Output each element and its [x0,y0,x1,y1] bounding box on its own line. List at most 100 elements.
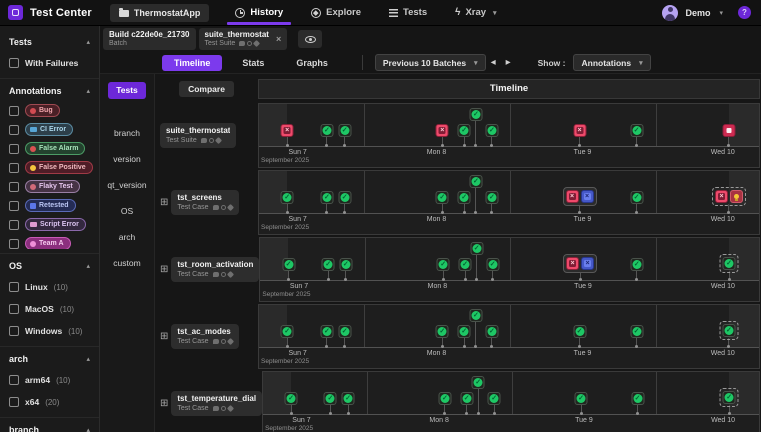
marker-group[interactable]: ×× [563,187,597,206]
marker-retested[interactable]: × [581,190,594,203]
marker-pass[interactable]: ✓ [472,376,485,389]
project-selector-button[interactable]: ThermostatApp [110,4,210,22]
dimension-item-custom[interactable]: custom [100,250,154,276]
checkbox[interactable] [9,163,19,173]
tab-graphs[interactable]: Graphs [284,55,340,71]
marker-pass[interactable]: ✓ [573,325,586,338]
test-label-card[interactable]: tst_screensTest Case [171,190,238,215]
marker-pass[interactable]: ✓ [723,257,736,270]
checkbox[interactable] [9,125,19,135]
marker-pass[interactable]: ✓ [338,124,351,137]
section-header-annotations[interactable]: Annotations▴ [0,79,99,101]
marker-retested[interactable]: × [581,257,594,270]
user-avatar[interactable] [662,5,678,21]
checkbox[interactable] [9,144,19,154]
marker-pass[interactable]: ✓ [324,392,337,405]
marker-pass[interactable]: ✓ [575,392,588,405]
tab-timeline[interactable]: Timeline [162,55,222,71]
nav-xray[interactable]: ϟXray▾ [453,0,498,25]
nav-tests[interactable]: Tests [387,0,429,25]
next-batch-button[interactable]: ▸ [501,57,516,68]
marker-fail[interactable]: × [436,124,449,137]
marker-pass[interactable]: ✓ [469,108,482,121]
filter-item-false-positive[interactable]: False Positive [0,158,99,177]
marker-pass[interactable]: ✓ [282,258,295,271]
show-dropdown[interactable]: Annotations ▾ [573,54,650,71]
filter-item-x64[interactable]: x64(20) [0,391,99,413]
help-button[interactable]: ? [738,6,751,19]
checkbox[interactable] [9,220,19,230]
marker-group[interactable]: × [712,187,746,206]
marker-pass[interactable]: ✓ [630,124,643,137]
dimension-item-version[interactable]: version [100,146,154,172]
marker-pass[interactable]: ✓ [338,325,351,338]
test-label-card[interactable]: suite_thermostatTest Suite [160,123,236,148]
filter-item-team-a[interactable]: Team A [0,234,99,249]
marker-pass[interactable]: ✓ [322,258,335,271]
checkbox[interactable] [9,201,19,211]
marker-group[interactable]: ×× [563,254,597,273]
checkbox[interactable] [9,182,19,192]
tab-stats[interactable]: Stats [230,55,276,71]
expand-icon[interactable]: ⊞ [160,332,168,342]
expand-icon[interactable]: ⊞ [160,198,168,208]
marker-pass[interactable]: ✓ [436,325,449,338]
compare-button[interactable]: Compare [179,81,234,97]
marker-fail[interactable]: × [281,124,294,137]
expand-icon[interactable]: ⊞ [160,399,168,409]
marker-pass[interactable]: ✓ [485,124,498,137]
checkbox[interactable] [9,58,19,68]
prev-batch-button[interactable]: ◂ [486,57,501,68]
marker-pass[interactable]: ✓ [285,392,298,405]
dimension-item-os[interactable]: OS [100,198,154,224]
filter-item-macos[interactable]: MacOS(10) [0,298,99,320]
dimension-item-qt-version[interactable]: qt_version [100,172,154,198]
dimension-tests-button[interactable]: Tests [108,82,146,99]
section-header-tests[interactable]: Tests▴ [0,30,99,52]
marker-pass[interactable]: ✓ [459,258,472,271]
marker-fail[interactable]: × [566,257,579,270]
marker-pass[interactable]: ✓ [469,309,482,322]
marker-pass[interactable]: ✓ [722,324,735,337]
nav-history[interactable]: History [233,0,285,25]
marker-pass[interactable]: ✓ [630,325,643,338]
context-tag-build-c22de0e-21730[interactable]: Build c22de0e_21730Batch [103,28,196,50]
filter-item-windows[interactable]: Windows(10) [0,320,99,342]
section-header-branch[interactable]: branch▴ [0,418,99,432]
marker-pass[interactable]: ✓ [630,191,643,204]
marker-pass[interactable]: ✓ [470,242,483,255]
marker-pass[interactable]: ✓ [458,325,471,338]
filter-item-ci-error[interactable]: CI Error [0,120,99,139]
marker-pass[interactable]: ✓ [485,191,498,204]
marker-pass[interactable]: ✓ [488,392,501,405]
checkbox[interactable] [9,304,19,314]
checkbox[interactable] [9,282,19,292]
marker-pass[interactable]: ✓ [281,325,294,338]
user-name[interactable]: Demo [685,8,710,18]
context-tag-suite-thermostat[interactable]: suite_thermostatTest Suite× [199,28,288,50]
dimension-item-arch[interactable]: arch [100,224,154,250]
marker-pass[interactable]: ✓ [723,391,736,404]
marker-pass[interactable]: ✓ [631,392,644,405]
filter-item-with-failures[interactable]: With Failures [0,52,99,74]
marker-fail[interactable]: × [715,190,728,203]
marker-group[interactable]: ✓ [719,321,738,340]
marker-pass[interactable]: ✓ [436,191,449,204]
checkbox[interactable] [9,326,19,336]
marker-pass[interactable]: ✓ [338,191,351,204]
checkbox[interactable] [9,375,19,385]
checkbox[interactable] [9,239,19,249]
marker-pass[interactable]: ✓ [438,392,451,405]
filter-item-false-alarm[interactable]: False Alarm [0,139,99,158]
marker-stop[interactable] [722,124,735,137]
test-label-card[interactable]: tst_ac_modesTest Case [171,324,238,349]
filter-item-linux[interactable]: Linux(10) [0,276,99,298]
marker-group[interactable]: ✓ [720,388,739,407]
marker-bulb[interactable] [730,190,743,203]
filter-item-flaky-test[interactable]: Flaky Test [0,177,99,196]
marker-pass[interactable]: ✓ [630,258,643,271]
marker-fail[interactable]: × [573,124,586,137]
filter-item-script-error[interactable]: Script Error [0,215,99,234]
filter-item-bug[interactable]: Bug [0,101,99,120]
marker-pass[interactable]: ✓ [320,325,333,338]
